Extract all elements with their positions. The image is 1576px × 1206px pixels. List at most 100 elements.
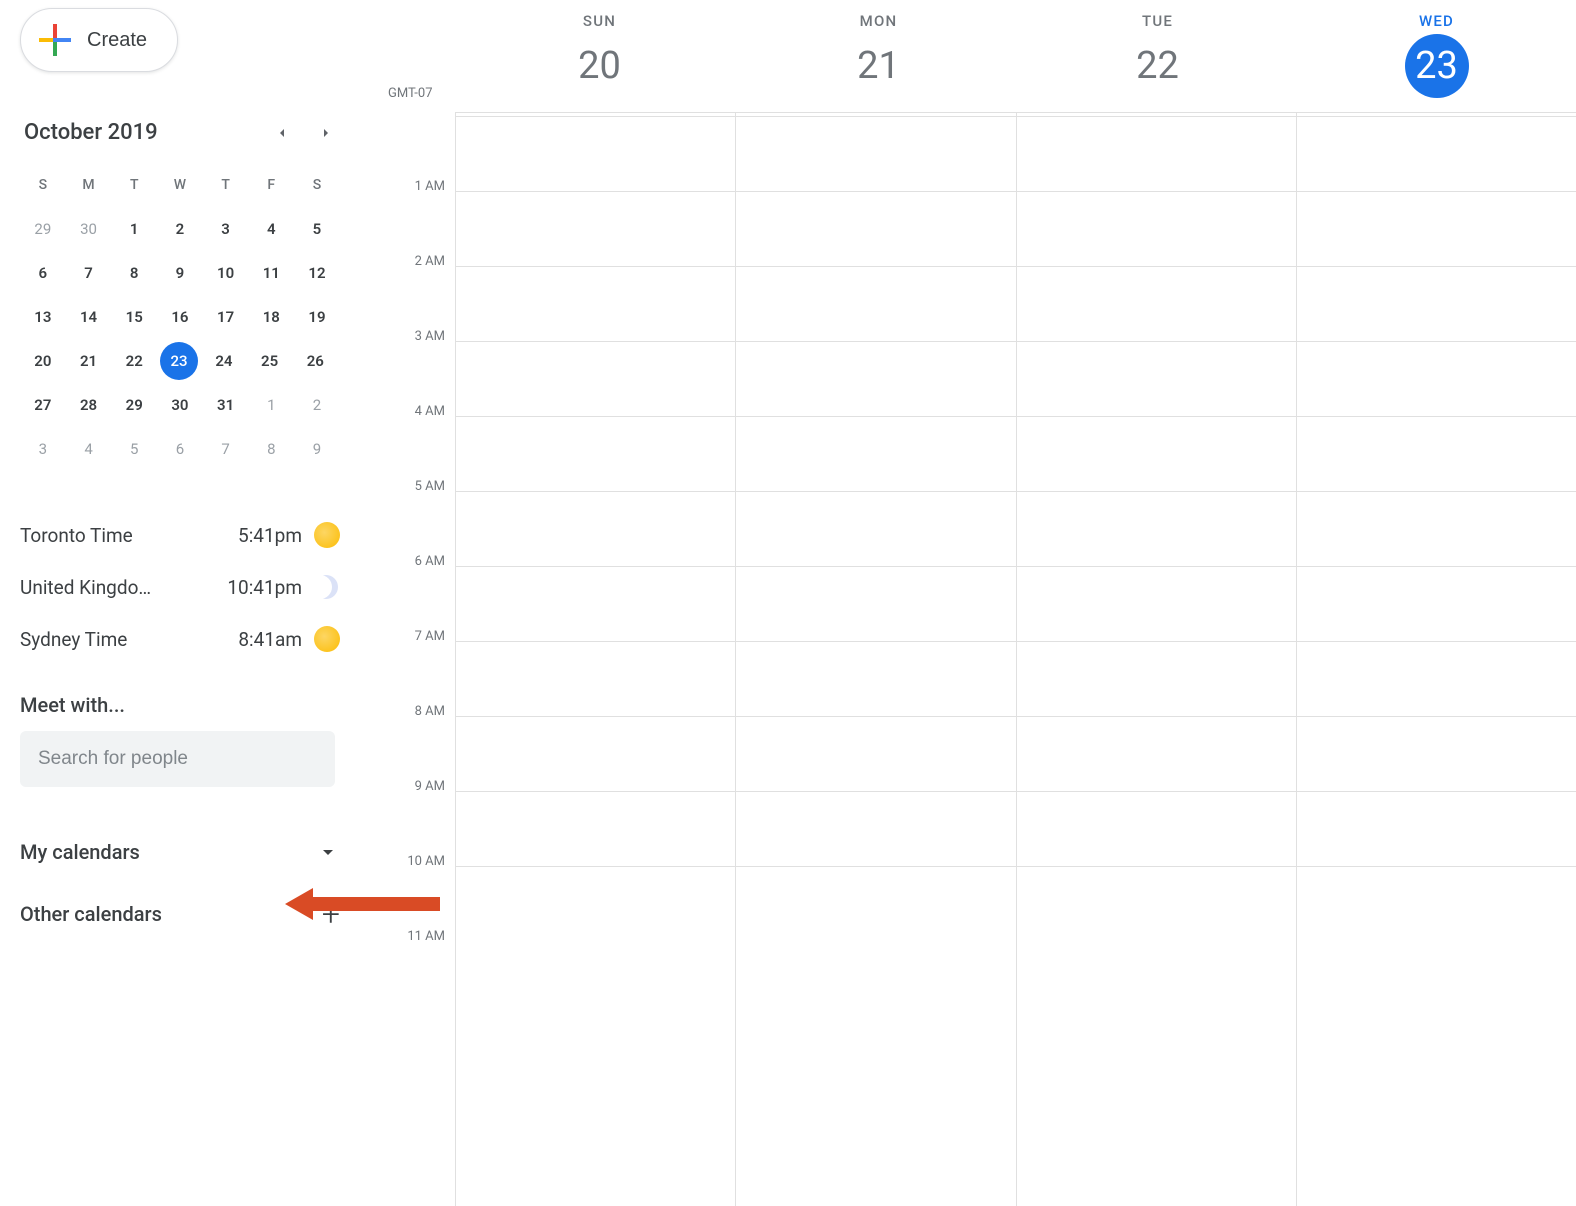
mini-cal-dow: T [111,163,157,207]
my-calendars-label: My calendars [20,840,140,864]
mini-cal-day[interactable]: 8 [248,427,294,471]
hour-label: 10 AM [360,854,455,929]
mini-cal-day[interactable]: 3 [20,427,66,471]
mini-cal-day[interactable]: 5 [111,427,157,471]
other-calendars-group: Other calendars + [20,891,340,937]
world-clock-row[interactable]: United Kingdo…10:41pm [20,561,340,613]
day-headers: SUN 20 MON 21 TUE22WED 23 [460,0,1576,98]
mini-cal-day[interactable]: 8 [111,251,157,295]
world-clock-label: Toronto Time [20,524,238,547]
hour-label: 3 AM [360,329,455,404]
mini-cal-day[interactable]: 29 [111,383,157,427]
meet-with-section: Meet with... [20,693,340,787]
mini-cal-dow: W [157,163,203,207]
mini-cal-day[interactable]: 22 [111,339,157,383]
mini-cal-day[interactable]: 21 [66,339,112,383]
world-clock-label: United Kingdo… [20,576,227,599]
mini-cal-day[interactable]: 23 [160,342,198,380]
mini-cal-day[interactable]: 9 [294,427,340,471]
mini-cal-day[interactable]: 1 [248,383,294,427]
mini-cal-day[interactable]: 17 [203,295,249,339]
mini-cal-day[interactable]: 29 [20,207,66,251]
mini-cal-day[interactable]: 15 [111,295,157,339]
world-clock-time: 10:41pm [227,576,302,599]
mini-cal-day[interactable]: 4 [66,427,112,471]
hour-label: 4 AM [360,404,455,479]
mini-cal-dow: M [66,163,112,207]
world-clock-time: 8:41am [238,628,302,651]
meet-with-label: Meet with... [20,693,340,717]
world-clocks: Toronto Time5:41pmUnited Kingdo…10:41pmS… [20,509,340,665]
mini-cal-day[interactable]: 5 [294,207,340,251]
chevron-down-icon [316,840,340,864]
world-clock-row[interactable]: Sydney Time8:41am [20,613,340,665]
mini-cal-day[interactable]: 25 [247,339,293,383]
hour-label: 11 AM [360,929,455,1004]
mini-cal-day[interactable]: 30 [157,383,203,427]
mini-cal-day[interactable]: 6 [20,251,66,295]
day-name: SUN [460,12,739,30]
mini-cal-day[interactable]: 9 [157,251,203,295]
mini-cal-prev-icon[interactable] [274,125,290,141]
day-name: WED [1297,12,1576,30]
plus-icon [37,22,73,58]
other-calendars-row: Other calendars + [20,891,340,937]
mini-cal-day[interactable]: 14 [66,295,112,339]
mini-cal-day[interactable]: 7 [66,251,112,295]
mini-cal-day[interactable]: 4 [248,207,294,251]
mini-cal-day[interactable]: 26 [292,339,338,383]
mini-cal-next-icon[interactable] [318,125,334,141]
mini-cal-day[interactable]: 28 [66,383,112,427]
day-name: TUE [1018,12,1297,30]
hour-label: 8 AM [360,704,455,779]
mini-cal-day[interactable]: 12 [294,251,340,295]
mini-cal-day[interactable]: 27 [20,383,66,427]
day-number: 20 [568,34,632,98]
my-calendars-group: My calendars [20,829,340,875]
mini-cal-dow: T [203,163,249,207]
sun-icon [314,626,340,652]
create-button-label: Create [87,29,147,52]
mini-cal-day[interactable]: 3 [203,207,249,251]
mini-cal-dow: F [248,163,294,207]
create-button[interactable]: Create [20,8,178,72]
mini-cal-day[interactable]: 7 [203,427,249,471]
day-number: 21 [847,34,911,98]
timezone-label: GMT-07 [388,86,433,101]
day-column-header[interactable]: SUN 20 [460,0,739,98]
mini-cal-day[interactable]: 16 [157,295,203,339]
mini-cal-day[interactable]: 30 [66,207,112,251]
day-name: MON [739,12,1018,30]
world-clock-time: 5:41pm [238,524,302,547]
mini-cal-day[interactable]: 11 [248,251,294,295]
mini-cal-day[interactable]: 2 [294,383,340,427]
day-column-header[interactable]: MON 21 [739,0,1018,98]
day-column-header[interactable]: WED 23 [1297,0,1576,98]
sidebar: Create October 2019 SMTWTFS 293012345678… [0,0,340,937]
mini-cal-dow: S [20,163,66,207]
calendar-grid[interactable]: 1 AM2 AM3 AM4 AM5 AM6 AM7 AM8 AM9 AM10 A… [360,112,1576,1206]
world-clock-row[interactable]: Toronto Time5:41pm [20,509,340,561]
other-calendars-label: Other calendars [20,902,162,926]
mini-cal-day[interactable]: 20 [20,339,66,383]
day-column-header[interactable]: TUE22 [1018,0,1297,98]
calendar-main: SUN 20 MON 21 TUE22WED 23 GMT-07 1 AM2 AM3 AM… [360,0,1576,1206]
mini-calendar-title: October 2019 [20,120,158,145]
mini-cal-day[interactable]: 31 [203,383,249,427]
mini-cal-day[interactable]: 2 [157,207,203,251]
search-people-input[interactable] [20,731,335,787]
mini-cal-day[interactable]: 24 [201,339,247,383]
hour-label: 2 AM [360,254,455,329]
mini-cal-day[interactable]: 18 [248,295,294,339]
mini-cal-day[interactable]: 10 [203,251,249,295]
mini-cal-day[interactable]: 13 [20,295,66,339]
day-number: 23 [1405,34,1469,98]
mini-cal-day[interactable]: 6 [157,427,203,471]
mini-cal-day[interactable]: 19 [294,295,340,339]
add-other-calendar-button[interactable]: + [322,898,340,930]
world-clock-label: Sydney Time [20,628,238,651]
moon-icon [314,574,340,600]
my-calendars-toggle[interactable]: My calendars [20,829,340,875]
mini-cal-day[interactable]: 1 [111,207,157,251]
mini-cal-dow: S [294,163,340,207]
